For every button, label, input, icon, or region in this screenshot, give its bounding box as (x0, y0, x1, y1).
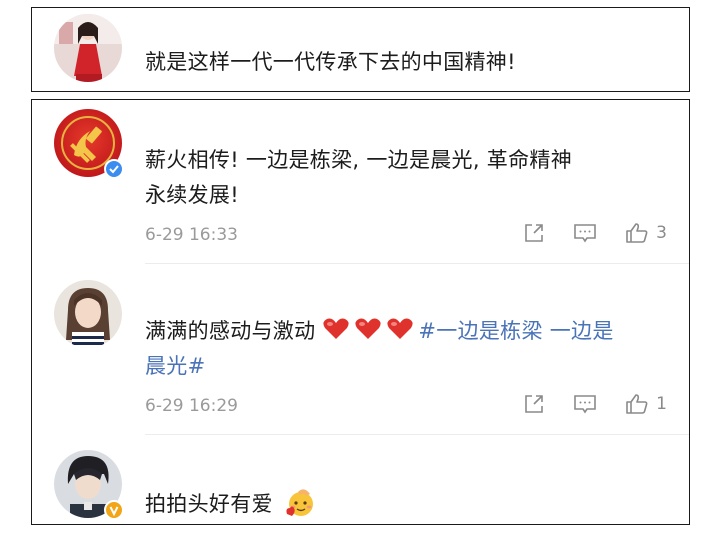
like-button[interactable]: 3 (624, 221, 667, 245)
avatar-woman-red-dress (54, 14, 122, 82)
heart-emoji-icon (387, 318, 413, 339)
comment-icon (574, 224, 596, 243)
avatar-woman-portrait (54, 280, 122, 348)
comment-timestamp: 6-29 16:33 (145, 225, 238, 245)
avatar[interactable] (54, 109, 124, 179)
heart-emoji-icon (323, 318, 349, 339)
share-icon (525, 395, 543, 413)
divider (145, 434, 689, 435)
comment-text-content: 拍拍头好有爱 (145, 492, 273, 516)
comment-icon (574, 395, 596, 414)
share-button[interactable] (522, 221, 546, 245)
hashtag-link[interactable]: 晨光# (145, 349, 665, 384)
v-icon (109, 506, 119, 516)
comment-card-top: 就是这样一代一代传承下去的中国精神! (31, 7, 690, 92)
thumbs-up-icon (626, 223, 648, 243)
comment-text: 满满的感动与激动 #一边是栋梁 一边是 晨光# (145, 314, 665, 384)
avatar[interactable] (54, 14, 122, 82)
comment-text-line: 永续发展! (145, 183, 239, 207)
heart-emoji-icon (355, 318, 381, 339)
comment-text: 拍拍头好有爱 (145, 487, 665, 522)
comment-timestamp: 6-29 16:29 (145, 396, 238, 416)
reply-button[interactable] (572, 392, 598, 416)
like-button[interactable]: 1 (624, 392, 667, 416)
comment-text: 薪火相传! 一边是栋梁, 一边是晨光, 革命精神 永续发展! (145, 143, 665, 213)
pat-head-emoji (286, 489, 313, 516)
thumbs-up-icon (626, 394, 648, 414)
hashtag-link[interactable]: #一边是栋梁 一边是 (418, 319, 613, 343)
divider (145, 263, 689, 264)
checkmark-icon (109, 165, 119, 174)
comment-text-prefix: 满满的感动与激动 (145, 319, 316, 343)
like-count: 1 (656, 394, 667, 414)
like-count: 3 (656, 223, 667, 243)
comment-actions: 1 (496, 392, 667, 416)
share-icon (525, 224, 543, 242)
reply-button[interactable] (572, 221, 598, 245)
avatar[interactable] (54, 450, 124, 520)
comment-text: 就是这样一代一代传承下去的中国精神! (145, 50, 516, 74)
verified-badge (104, 159, 124, 179)
share-button[interactable] (522, 392, 546, 416)
comment-actions: 3 (496, 221, 667, 245)
verified-badge (104, 500, 124, 520)
comment-text-line: 薪火相传! 一边是栋梁, 一边是晨光, 革命精神 (145, 148, 572, 172)
comment-list: 薪火相传! 一边是栋梁, 一边是晨光, 革命精神 永续发展! 6-29 16:3… (31, 99, 690, 525)
avatar[interactable] (54, 280, 122, 348)
